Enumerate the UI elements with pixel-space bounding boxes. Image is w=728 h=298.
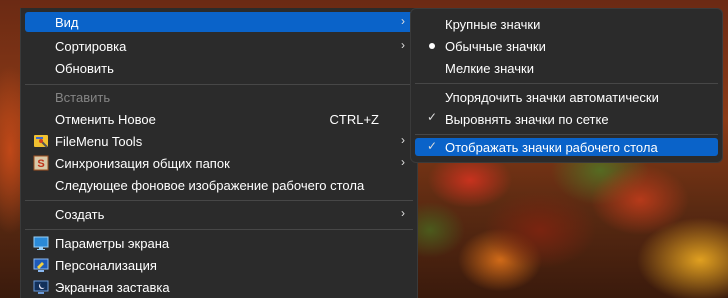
- menu-item-next-background[interactable]: Следующее фоновое изображение рабочего с…: [25, 175, 413, 195]
- screensaver-icon: [33, 280, 49, 294]
- shortcut-label: CTRL+Z: [329, 111, 379, 127]
- menu-item-label: Параметры экрана: [55, 235, 170, 251]
- menu-item-label: Отменить Новое: [55, 111, 156, 127]
- submenu-item-show-desktop-icons[interactable]: ✓ Отображать значки рабочего стола: [415, 138, 718, 156]
- menu-separator: [415, 134, 718, 135]
- submenu-item-medium-icons[interactable]: Обычные значки: [415, 36, 718, 56]
- svg-text:S: S: [37, 158, 44, 170]
- menu-separator: [415, 83, 718, 84]
- menu-item-label: Отображать значки рабочего стола: [445, 139, 658, 155]
- submenu-item-align-grid[interactable]: ✓ Выровнять значки по сетке: [415, 109, 718, 129]
- menu-item-label: Мелкие значки: [445, 60, 534, 76]
- display-settings-icon: [33, 236, 49, 250]
- menu-item-label: Персонализация: [55, 257, 157, 273]
- menu-item-label: Обновить: [55, 60, 114, 76]
- menu-item-label: Сортировка: [55, 38, 127, 54]
- menu-item-label: Выровнять значки по сетке: [445, 111, 609, 127]
- menu-item-label: Синхронизация общих папок: [55, 155, 230, 171]
- chevron-right-icon: ›: [401, 38, 405, 52]
- chevron-right-icon: ›: [401, 14, 405, 28]
- menu-item-create[interactable]: Создать ›: [25, 204, 413, 224]
- menu-separator: [25, 200, 413, 201]
- radio-dot-icon: [429, 43, 435, 49]
- chevron-right-icon: ›: [401, 206, 405, 220]
- menu-item-label: FileMenu Tools: [55, 133, 143, 149]
- menu-item-personalization[interactable]: Персонализация: [25, 255, 413, 275]
- menu-item-label: Создать: [55, 206, 105, 222]
- filemenu-tools-icon: [34, 135, 48, 148]
- menu-item-label: Обычные значки: [445, 38, 546, 54]
- menu-item-undo-new[interactable]: Отменить Новое CTRL+Z: [25, 109, 413, 129]
- menu-item-display-settings[interactable]: Параметры экрана: [25, 233, 413, 253]
- menu-item-label: Вставить: [55, 89, 111, 105]
- menu-item-sync-folders[interactable]: S Синхронизация общих папок ›: [25, 153, 413, 173]
- check-icon: ✓: [427, 139, 438, 153]
- menu-item-filemenu-tools[interactable]: FileMenu Tools ›: [25, 131, 413, 151]
- submenu-item-small-icons[interactable]: Мелкие значки: [415, 58, 718, 78]
- check-icon: ✓: [427, 110, 438, 124]
- menu-item-view[interactable]: Вид ›: [25, 12, 413, 32]
- chevron-right-icon: ›: [401, 155, 405, 169]
- menu-item-label: Крупные значки: [445, 16, 541, 32]
- sync-folders-icon: S: [33, 155, 49, 171]
- menu-separator: [25, 229, 413, 230]
- menu-item-label: Следующее фоновое изображение рабочего с…: [55, 177, 365, 193]
- menu-item-refresh[interactable]: Обновить: [25, 58, 413, 78]
- submenu-item-large-icons[interactable]: Крупные значки: [415, 14, 718, 34]
- chevron-right-icon: ›: [401, 133, 405, 147]
- menu-item-paste[interactable]: Вставить: [25, 87, 413, 107]
- menu-item-label: Экранная заставка: [55, 279, 170, 295]
- menu-item-sort[interactable]: Сортировка ›: [25, 36, 413, 56]
- menu-item-label: Вид: [55, 14, 79, 30]
- desktop-context-menu: Вид › Сортировка › Обновить Вставить Отм…: [20, 8, 418, 298]
- submenu-item-auto-arrange[interactable]: Упорядочить значки автоматически: [415, 87, 718, 107]
- personalization-icon: [33, 258, 49, 272]
- menu-separator: [25, 84, 413, 85]
- view-submenu: Крупные значки Обычные значки Мелкие зна…: [410, 8, 723, 163]
- menu-item-screensaver[interactable]: Экранная заставка: [25, 277, 413, 297]
- menu-item-label: Упорядочить значки автоматически: [445, 89, 659, 105]
